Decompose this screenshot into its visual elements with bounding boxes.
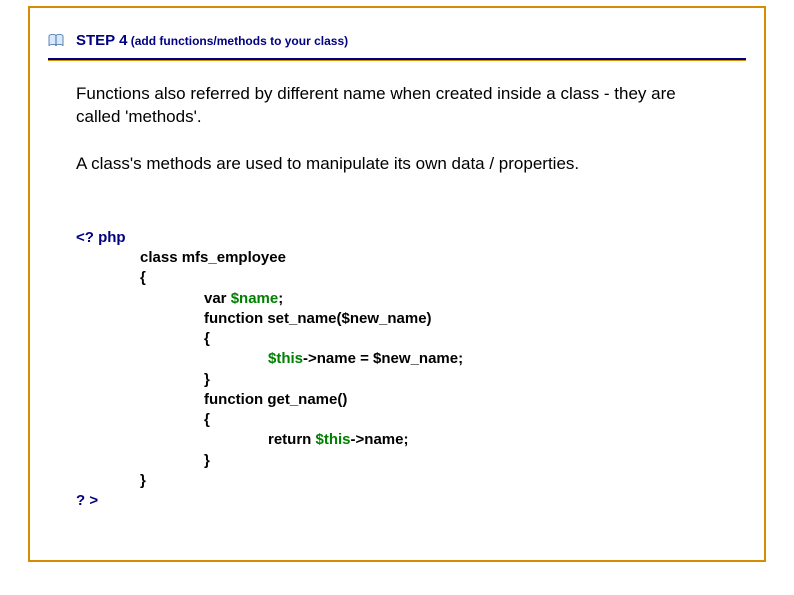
code-func2-return: return xyxy=(268,431,316,448)
code-class-close: } xyxy=(76,471,764,491)
code-var-decl: var $name; xyxy=(76,289,764,309)
header-row: STEP 4 (add functions/methods to your cl… xyxy=(30,8,764,58)
code-func2-sig: function get_name() xyxy=(76,390,764,410)
code-this2: $this xyxy=(316,431,351,448)
code-close-tag: ? > xyxy=(76,491,764,511)
code-func2-body: return $this->name; xyxy=(76,430,764,450)
code-func2-close: } xyxy=(76,451,764,471)
step-label: STEP 4 xyxy=(76,32,127,49)
code-func2-open: { xyxy=(76,410,764,430)
code-var-prefix: var xyxy=(204,290,231,307)
slide-frame: STEP 4 (add functions/methods to your cl… xyxy=(28,6,766,562)
code-block: <? php class mfs_employee { var $name; f… xyxy=(30,176,764,512)
paragraph-2: A class's methods are used to manipulate… xyxy=(76,153,718,176)
book-icon xyxy=(48,34,64,48)
code-class-open: { xyxy=(76,268,764,288)
paragraph-1: Functions also referred by different nam… xyxy=(76,83,718,129)
code-func1-open: { xyxy=(76,329,764,349)
code-func1-body: $this->name = $new_name; xyxy=(76,349,764,369)
code-func1-sig: function set_name($new_name) xyxy=(76,309,764,329)
body-text: Functions also referred by different nam… xyxy=(30,61,764,176)
step-subtitle: (add functions/methods to your class) xyxy=(127,34,348,48)
code-var-name: $name xyxy=(231,290,279,307)
code-this1: $this xyxy=(268,350,303,367)
code-open-tag: <? php xyxy=(76,228,764,248)
code-class-decl: class mfs_employee xyxy=(76,248,764,268)
code-func2-rest: ->name; xyxy=(351,431,409,448)
step-title: STEP 4 (add functions/methods to your cl… xyxy=(76,32,348,50)
code-var-suffix: ; xyxy=(278,290,283,307)
code-func1-rest: ->name = $new_name; xyxy=(303,350,463,367)
code-func1-close: } xyxy=(76,370,764,390)
